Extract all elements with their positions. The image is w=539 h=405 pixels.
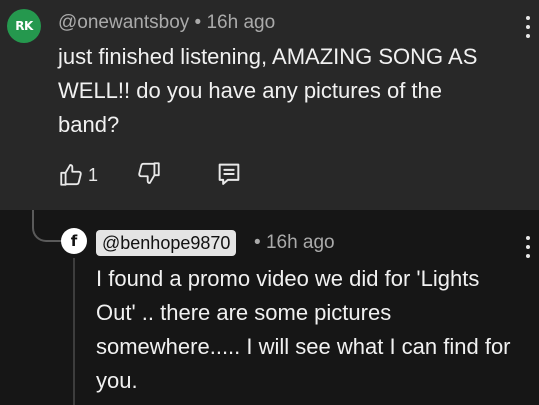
dislike-button[interactable] <box>136 160 166 190</box>
meta-separator: • <box>254 232 261 253</box>
more-vertical-icon[interactable] <box>525 236 531 258</box>
comment-icon <box>215 160 245 188</box>
reply-thread-line <box>73 258 75 405</box>
reply-meta: • 16h ago <box>254 232 335 254</box>
more-vertical-icon[interactable] <box>525 16 531 38</box>
reply-author: @benhope9870 <box>102 232 231 253</box>
avatar-initials: RK <box>15 19 33 33</box>
comment-meta: @onewantsboy • 16h ago <box>58 12 275 34</box>
avatar-initials: f <box>70 231 78 250</box>
reply-button[interactable] <box>215 160 245 190</box>
reply-author-chip[interactable]: @benhope9870 <box>96 230 237 256</box>
thumbs-up-icon <box>58 162 84 188</box>
reply-text: I found a promo video we did for 'Lights… <box>96 266 511 393</box>
comment-time: 16h ago <box>206 12 276 33</box>
reply-time: 16h ago <box>265 232 335 253</box>
comment-text: just finished listening, AMAZING SONG AS… <box>58 44 478 137</box>
reply-avatar[interactable]: f <box>61 228 87 254</box>
like-count: 1 <box>88 164 99 185</box>
top-comment: RK @onewantsboy • 16h ago just finished … <box>0 0 539 210</box>
thumbs-down-icon <box>136 160 166 186</box>
comment-thread: RK @onewantsboy • 16h ago just finished … <box>0 0 539 405</box>
like-button[interactable]: 1 <box>58 160 104 190</box>
avatar[interactable]: RK <box>7 9 41 43</box>
comment-author[interactable]: @onewantsboy <box>58 12 189 33</box>
meta-separator: • <box>194 12 202 33</box>
